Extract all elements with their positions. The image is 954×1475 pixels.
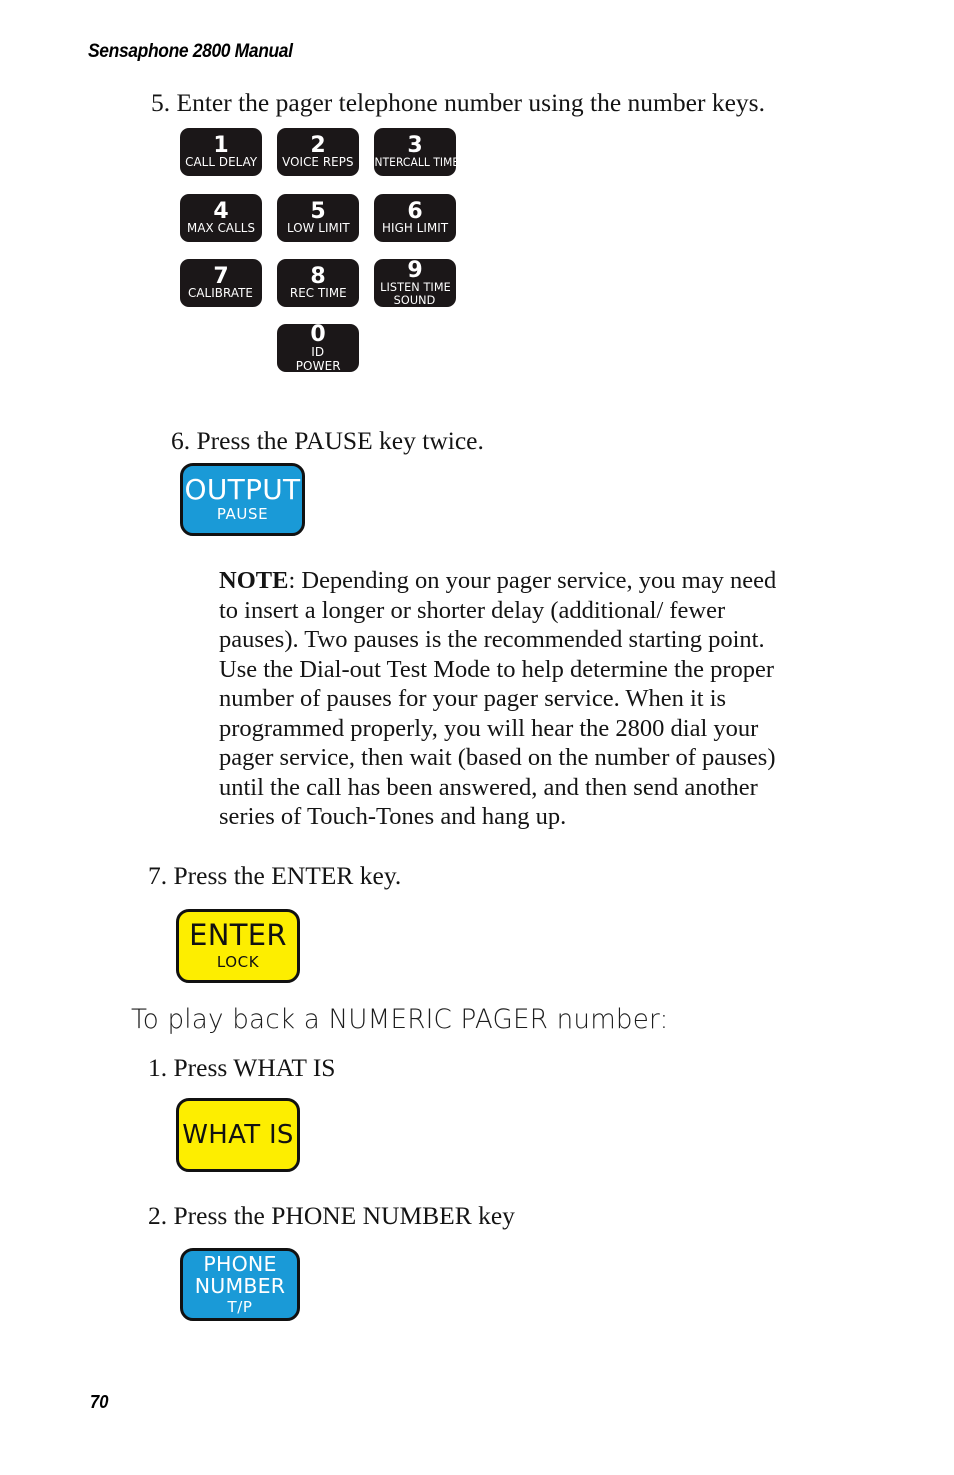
keypad-key-2[interactable]: 2 VOICE REPS: [277, 128, 359, 176]
key-3-label: INTERCALL TIME: [374, 156, 456, 170]
key-6-digit: 6: [407, 199, 423, 225]
keypad-key-4[interactable]: 4 MAX CALLS: [180, 194, 262, 242]
step-6-text: 6. Press the PAUSE key twice.: [171, 426, 484, 455]
key-2-label: VOICE REPS: [282, 155, 354, 170]
key-8-digit: 8: [310, 264, 326, 290]
key-0-label-line2: POWER: [295, 358, 341, 372]
key-1-digit: 1: [213, 133, 229, 159]
what-is-key[interactable]: WHAT IS: [176, 1098, 300, 1172]
keypad-key-8[interactable]: 8 REC TIME: [277, 259, 359, 307]
keypad-key-0[interactable]: 0 ID POWER: [277, 324, 359, 372]
output-key-sub-label: PAUSE: [216, 505, 269, 524]
manual-page: Sensaphone 2800 Manual 5. Enter the page…: [0, 0, 954, 1475]
key-5-digit: 5: [310, 199, 326, 225]
playback-step-1-text: 1. Press WHAT IS: [148, 1053, 336, 1082]
key-5-label: LOW LIMIT: [286, 221, 350, 236]
key-4-digit: 4: [213, 199, 229, 225]
keypad-key-1[interactable]: 1 CALL DELAY: [180, 128, 262, 176]
keypad-key-3[interactable]: 3 INTERCALL TIME: [374, 128, 456, 176]
step-7-text: 7. Press the ENTER key.: [148, 861, 402, 890]
key-8-label: REC TIME: [289, 286, 347, 301]
playback-step-2-text: 2. Press the PHONE NUMBER key: [148, 1201, 515, 1230]
key-9-label-line2: SOUND: [394, 292, 436, 307]
section-heading: To play back a NUMERIC PAGER number:: [131, 1004, 669, 1035]
key-3-digit: 3: [407, 133, 423, 159]
output-key-main-label: OUTPUT: [184, 472, 301, 506]
keypad-key-5[interactable]: 5 LOW LIMIT: [277, 194, 359, 242]
keypad-key-9[interactable]: 9 LISTEN TIME SOUND: [374, 259, 456, 307]
key-7-label: CALIBRATE: [188, 286, 254, 301]
enter-key-sub-label: LOCK: [216, 952, 260, 971]
phone-key-label-line2: NUMBER: [194, 1274, 286, 1298]
note-body: : Depending on your pager service, you m…: [219, 567, 777, 830]
key-1-label: CALL DELAY: [184, 155, 258, 170]
note-block: NOTE: Depending on your pager service, y…: [219, 566, 783, 832]
key-0-digit: 0: [310, 324, 326, 348]
key-4-label: MAX CALLS: [186, 221, 256, 236]
key-2-digit: 2: [310, 133, 326, 159]
key-7-digit: 7: [213, 264, 229, 290]
note-label: NOTE: [219, 567, 289, 594]
phone-key-sub-label: T/P: [227, 1298, 253, 1316]
phone-number-key[interactable]: PHONE NUMBER T/P: [180, 1248, 300, 1321]
what-is-key-label: WHAT IS: [182, 1119, 294, 1150]
keypad-key-6[interactable]: 6 HIGH LIMIT: [374, 194, 456, 242]
output-pause-key[interactable]: OUTPUT PAUSE: [180, 463, 305, 536]
key-0-label-line1: ID: [311, 344, 325, 360]
enter-lock-key[interactable]: ENTER LOCK: [176, 909, 300, 983]
key-6-label: HIGH LIMIT: [381, 221, 449, 236]
running-header: Sensaphone 2800 Manual: [88, 41, 293, 62]
keypad-key-7[interactable]: 7 CALIBRATE: [180, 259, 262, 307]
enter-key-main-label: ENTER: [189, 918, 287, 953]
phone-key-label-line1: PHONE: [203, 1252, 277, 1276]
page-number: 70: [90, 1392, 109, 1412]
key-9-digit: 9: [407, 259, 423, 283]
step-5-text: 5. Enter the pager telephone number usin…: [151, 88, 765, 117]
